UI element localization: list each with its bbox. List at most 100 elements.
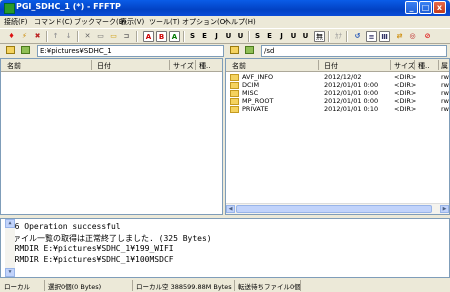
kanji-remote-utf8[interactable]: U (288, 31, 299, 42)
log-line: ファイル一覧の取得は正常終了しました. (325 Bytes) (5, 234, 212, 243)
toolbar-separator (248, 31, 250, 42)
app-icon (4, 3, 15, 14)
remote-path-input[interactable]: /sd (261, 45, 447, 57)
kanji-local-sjis[interactable]: S (187, 31, 198, 42)
kana-convert-button[interactable]: ｶﾅ (333, 31, 344, 42)
file-attr: rw (441, 105, 449, 113)
status-divider (300, 280, 301, 291)
local-open-folder-icon[interactable] (21, 46, 30, 54)
toolbar-separator (328, 31, 330, 42)
local-path-bar: E:¥pictures¥SDHC_1 (0, 44, 226, 58)
column-divider[interactable] (438, 60, 439, 70)
no-conversion-button[interactable]: 無 (314, 31, 325, 42)
mkdir-icon[interactable]: ▭ (108, 31, 119, 42)
window-title: PGI_SDHC_1 (*) - FFFTP (16, 2, 121, 11)
remote-col-type[interactable]: 種.. (418, 61, 429, 71)
scroll-thumb[interactable] (236, 205, 432, 213)
folder-icon (230, 74, 239, 81)
status-divider (234, 280, 235, 291)
toolbar-separator (77, 31, 79, 42)
abort-icon[interactable]: ⊘ (422, 31, 433, 42)
close-button[interactable]: x (433, 1, 446, 14)
delete-icon[interactable]: ✕ (82, 31, 93, 42)
local-col-type[interactable]: 種.. (199, 61, 210, 71)
ascii-mode-icon[interactable]: A (143, 31, 154, 42)
kanji-local-euc[interactable]: E (199, 31, 210, 42)
kanji-remote-utf8-bom[interactable]: U (300, 31, 311, 42)
file-name: PRIVATE (242, 105, 269, 113)
upload-icon[interactable]: ↑ (50, 31, 61, 42)
scroll-down-icon[interactable]: ▼ (5, 268, 15, 277)
kanji-remote-euc[interactable]: E (264, 31, 275, 42)
column-divider[interactable] (91, 60, 92, 70)
kanji-remote-jis[interactable]: J (276, 31, 287, 42)
local-col-size[interactable]: サイズ (173, 61, 194, 71)
kanji-local-jis[interactable]: J (211, 31, 222, 42)
toolbar-separator (346, 31, 348, 42)
kanji-remote-sjis[interactable]: S (252, 31, 263, 42)
scroll-right-icon[interactable]: ▶ (440, 205, 449, 213)
log-vertical-scrollbar[interactable]: ▲ ▼ (5, 219, 15, 277)
menu-help[interactable]: ヘルプ(H) (224, 17, 256, 27)
folder-icon (230, 98, 239, 105)
local-col-date[interactable]: 日付 (97, 61, 111, 71)
local-folder-up-icon[interactable] (6, 46, 15, 54)
remote-col-date[interactable]: 日付 (324, 61, 338, 71)
rename-icon[interactable]: ▭ (95, 31, 106, 42)
maximize-button[interactable]: □ (419, 1, 432, 14)
kanji-local-utf8[interactable]: U (223, 31, 234, 42)
disconnect-icon[interactable]: ✖ (32, 31, 43, 42)
remote-col-attr[interactable]: 属 (441, 61, 448, 71)
column-divider[interactable] (169, 60, 170, 70)
connect-icon[interactable]: ♦ (6, 31, 17, 42)
quick-connect-icon[interactable]: ⚡ (19, 31, 30, 42)
column-divider[interactable] (318, 60, 319, 70)
local-col-name[interactable]: 名前 (7, 61, 21, 71)
remote-open-folder-icon[interactable] (245, 46, 254, 54)
menu-tools[interactable]: ツール(T) (149, 17, 180, 27)
file-row[interactable]: PRIVATE 2012/01/01 0:10 <DIR> rw (226, 105, 449, 114)
toolbar-separator (136, 31, 138, 42)
status-divider (44, 280, 45, 291)
scroll-left-icon[interactable]: ◀ (226, 205, 235, 213)
refresh-icon[interactable]: ⇄ (394, 31, 405, 42)
title-bar: PGI_SDHC_1 (*) - FFFTP _ □ x (0, 0, 450, 16)
sort-icon[interactable]: ↺ (352, 31, 363, 42)
file-size: <DIR> (394, 105, 417, 113)
toolbar: ♦ ⚡ ✖ ↑ ↓ ✕ ▭ ▭ ⊐ A B A S E J U U S E J … (0, 28, 450, 44)
auto-mode-icon[interactable]: A (169, 31, 180, 42)
remote-file-list[interactable]: 名前 日付 サイズ 種.. 属 AVF_INFO 2012/12/02 <DIR… (225, 58, 450, 215)
up-dir-icon[interactable]: ⊐ (121, 31, 132, 42)
toolbar-separator (183, 31, 185, 42)
minimize-button[interactable]: _ (405, 1, 418, 14)
toolbar-separator (46, 31, 48, 42)
remote-path-bar: /sd (226, 44, 450, 58)
log-panel[interactable]: 226 Operation successful ファイル一覧の取得は正常終了し… (0, 218, 450, 278)
menu-connect[interactable]: 接続(F) (4, 17, 28, 27)
local-file-list[interactable]: 名前 日付 サイズ 種.. (0, 58, 223, 215)
log-line: 226 Operation successful (5, 222, 121, 231)
scroll-up-icon[interactable]: ▲ (5, 219, 15, 228)
remote-col-name[interactable]: 名前 (232, 61, 246, 71)
menu-options[interactable]: オプション(O) (182, 17, 228, 27)
menu-view[interactable]: 表示(V) (120, 17, 144, 27)
column-divider[interactable] (390, 60, 391, 70)
list-view-icon[interactable]: ≡ (366, 31, 377, 42)
remote-folder-up-icon[interactable] (230, 46, 239, 54)
column-divider[interactable] (195, 60, 196, 70)
menu-command[interactable]: コマンド(C) (34, 17, 72, 27)
detail-view-icon[interactable]: Ⅲ (379, 31, 390, 42)
remote-horizontal-scrollbar[interactable]: ◀ ▶ (226, 203, 449, 214)
folder-icon (230, 106, 239, 113)
remote-column-header: 名前 日付 サイズ 種.. 属 (226, 59, 449, 72)
log-line: >>RMDIR E:¥pictures¥SDHC_1¥199_WIFI (5, 244, 174, 253)
sync-icon[interactable]: ◎ (407, 31, 418, 42)
status-bar: ローカル 選択0個(0 Bytes) ローカル空 388599.88M Byte… (0, 279, 450, 292)
column-divider[interactable] (414, 60, 415, 70)
menu-bookmark[interactable]: ブックマーク(B) (74, 17, 126, 27)
download-icon[interactable]: ↓ (63, 31, 74, 42)
kanji-local-utf8-bom[interactable]: U (235, 31, 246, 42)
binary-mode-icon[interactable]: B (156, 31, 167, 42)
remote-col-size[interactable]: サイズ (394, 61, 415, 71)
local-path-input[interactable]: E:¥pictures¥SDHC_1 (37, 45, 224, 57)
